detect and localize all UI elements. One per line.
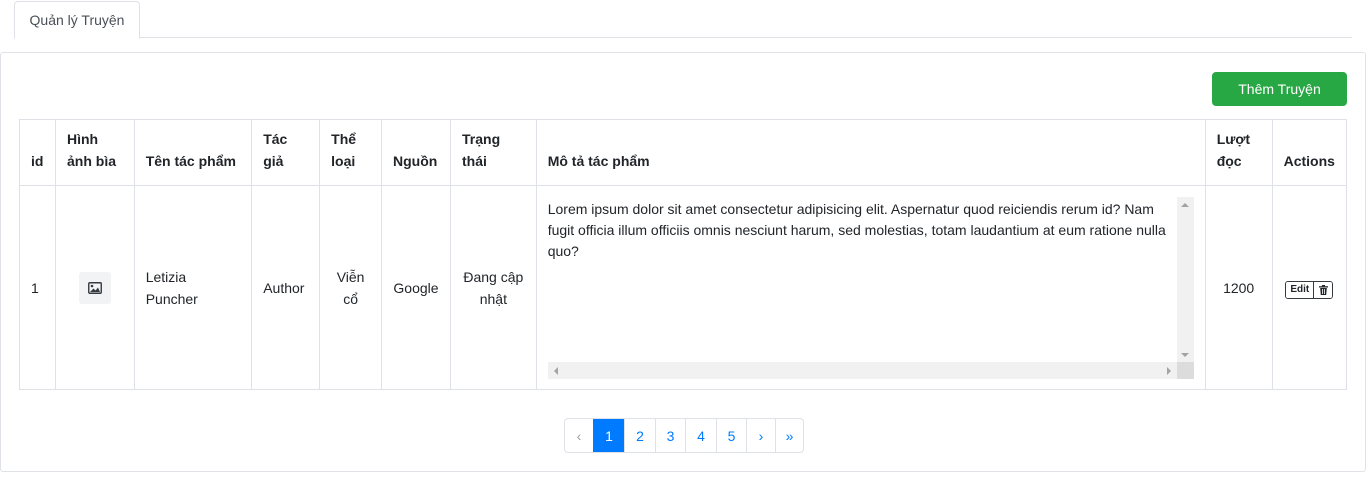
vertical-scrollbar[interactable] [1176,196,1194,363]
page-last[interactable]: » [775,419,803,452]
cell-cover [54,185,135,390]
horizontal-scrollbar[interactable] [547,361,1177,379]
scroll-corner [1176,361,1194,379]
cell-title: Letizia Puncher [133,185,253,390]
cell-description: Lorem ipsum dolor sit amet consectetur a… [535,185,1206,390]
header-actions: Actions [1271,119,1348,186]
header-source: Nguồn [381,119,451,186]
scroll-right-icon[interactable] [1166,366,1171,375]
trash-icon [1318,285,1328,295]
action-button-group: Edit [1285,281,1334,299]
tab-story-management[interactable]: Quản lý Truyện [14,1,140,39]
cell-id: 1 [19,185,56,390]
table-row: 1 Letizia Puncher Author Viễn cổ Google … [19,185,1348,390]
scroll-up-icon[interactable] [1180,202,1189,207]
cell-actions: Edit [1271,185,1348,390]
image-icon [78,271,111,304]
cell-status: Đang cập nhật [450,185,537,390]
cell-source: Google [381,185,451,390]
page-3[interactable]: 3 [655,419,685,452]
edit-button[interactable]: Edit [1286,282,1315,298]
description-text: Lorem ipsum dolor sit amet consectetur a… [547,200,1166,259]
header-genre: Thể loại [319,119,383,186]
tab-bar: Quản lý Truyện [14,0,1352,39]
header-status: Trạng thái [450,119,537,186]
header-author: Tác giả [251,119,321,186]
header-views: Lượt đọc [1204,119,1273,186]
cell-views: 1200 [1204,185,1273,390]
header-id: id [19,119,56,186]
add-story-button[interactable]: Thêm Truyện [1212,72,1347,106]
header-title: Tên tác phẩm [133,119,253,186]
header-description: Mô tả tác phẩm [535,119,1206,186]
page-prev[interactable]: ‹ [565,419,593,452]
pagination: ‹ 1 2 3 4 5 › » [564,418,804,453]
cell-author: Author [251,185,321,390]
page-4[interactable]: 4 [685,419,716,452]
cell-genre: Viễn cổ [319,185,383,390]
page-5[interactable]: 5 [716,419,746,452]
scroll-down-icon[interactable] [1180,352,1189,357]
description-textarea[interactable]: Lorem ipsum dolor sit amet consectetur a… [547,196,1194,379]
page-next[interactable]: › [746,419,775,452]
delete-button[interactable] [1314,282,1333,298]
scroll-left-icon[interactable] [553,366,558,375]
page-1[interactable]: 1 [593,419,624,452]
header-cover: Hình ảnh bìa [54,119,135,186]
page-2[interactable]: 2 [624,419,655,452]
story-table: id Hình ảnh bìa Tên tác phẩm Tác giả Thể… [19,119,1348,390]
table-header-row: id Hình ảnh bìa Tên tác phẩm Tác giả Thể… [19,119,1348,186]
